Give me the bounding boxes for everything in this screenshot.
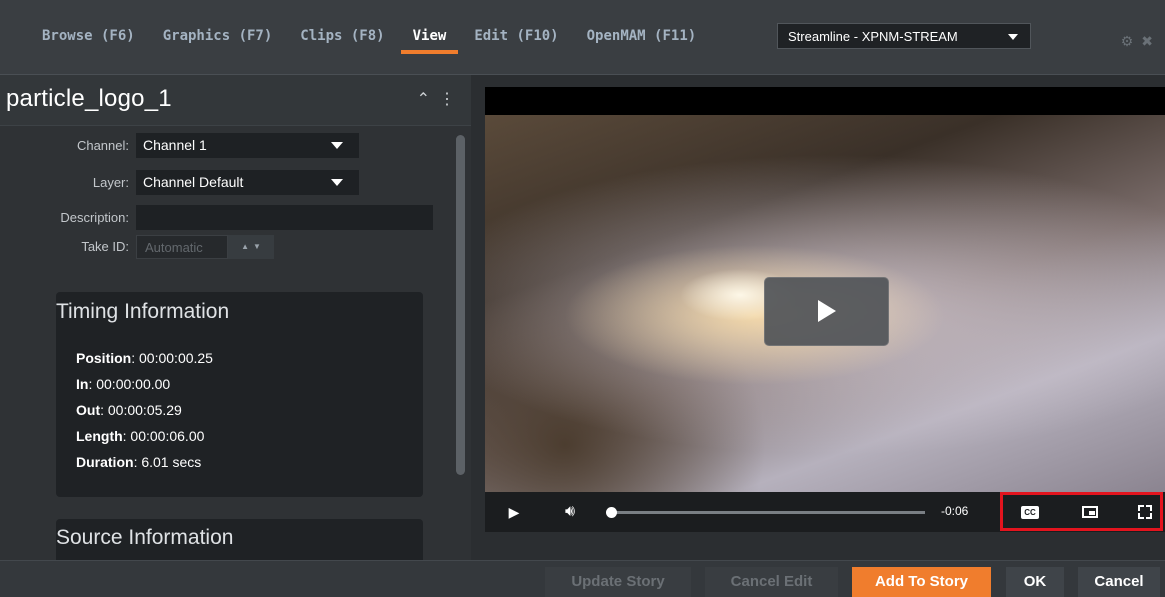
layer-select[interactable]: Channel Default bbox=[136, 170, 359, 195]
tab-clips[interactable]: Clips (F8) bbox=[286, 20, 398, 54]
environment-select[interactable]: Streamline - XPNM-STREAM bbox=[777, 23, 1031, 49]
collapse-icon[interactable]: ⌃ bbox=[417, 89, 430, 109]
tab-browse[interactable]: Browse (F6) bbox=[28, 20, 149, 54]
volume-button[interactable]: 🔊︎ bbox=[555, 492, 585, 532]
description-field[interactable] bbox=[136, 205, 433, 230]
duration-value: : 6.01 secs bbox=[133, 454, 202, 470]
preview-panel: ▶ 🔊︎ -0:06 CC bbox=[471, 75, 1165, 560]
fullscreen-icon bbox=[1138, 505, 1152, 519]
update-story-button[interactable]: Update Story bbox=[545, 567, 691, 597]
layer-label: Layer: bbox=[92, 175, 129, 190]
in-label: In bbox=[76, 376, 89, 392]
chevron-down-icon bbox=[331, 142, 343, 149]
panel-scrollbar[interactable] bbox=[456, 135, 465, 475]
layer-select-value: Channel Default bbox=[143, 174, 244, 190]
cancel-edit-button[interactable]: Cancel Edit bbox=[705, 567, 838, 597]
chevron-down-icon bbox=[331, 179, 343, 186]
page-title: particle_logo_1 bbox=[6, 85, 172, 112]
tab-strip: Browse (F6) Graphics (F7) Clips (F8) Vie… bbox=[28, 20, 710, 60]
properties-panel: particle_logo_1 ⌃ ⋮ Channel: Channel 1 L… bbox=[0, 75, 471, 560]
tab-edit[interactable]: Edit (F10) bbox=[460, 20, 572, 54]
top-icons: ⚙ ✖ bbox=[1121, 33, 1153, 50]
timing-card: Timing Information Position: 00:00:00.25… bbox=[56, 292, 423, 497]
panel-header: particle_logo_1 ⌃ ⋮ bbox=[0, 75, 471, 126]
position-label: Position bbox=[76, 350, 132, 366]
channel-select-value: Channel 1 bbox=[143, 137, 207, 153]
timing-in: In: 00:00:00.00 bbox=[76, 376, 170, 392]
channel-row: Channel: Channel 1 bbox=[0, 133, 359, 158]
captions-button[interactable]: CC bbox=[1015, 492, 1045, 532]
position-value: : 00:00:00.25 bbox=[131, 350, 213, 366]
length-value: : 00:00:06.00 bbox=[122, 428, 205, 444]
pip-button[interactable] bbox=[1075, 492, 1105, 532]
action-bar: Update Story Cancel Edit Add To Story OK… bbox=[0, 560, 1165, 597]
in-value: : 00:00:00.00 bbox=[88, 376, 171, 392]
player-controls: ▶ 🔊︎ -0:06 CC bbox=[485, 492, 1165, 532]
arrow-down-icon[interactable]: ▼ bbox=[253, 242, 261, 251]
description-label: Description: bbox=[60, 210, 129, 225]
timing-length: Length: 00:00:06.00 bbox=[76, 428, 204, 444]
channel-select[interactable]: Channel 1 bbox=[136, 133, 359, 158]
source-title: Source Information bbox=[56, 526, 234, 549]
add-to-story-button[interactable]: Add To Story bbox=[852, 567, 991, 597]
takeid-stepper[interactable]: ▲ ▼ bbox=[228, 234, 274, 259]
takeid-row: Take ID: Automatic ▲ ▼ bbox=[0, 234, 274, 259]
environment-select-value: Streamline - XPNM-STREAM bbox=[788, 29, 958, 44]
play-icon: ▶ bbox=[508, 503, 520, 520]
play-button[interactable]: ▶ bbox=[499, 492, 529, 532]
picture-in-picture-icon bbox=[1082, 506, 1098, 518]
arrow-up-icon[interactable]: ▲ bbox=[241, 242, 249, 251]
takeid-field[interactable]: Automatic bbox=[136, 234, 228, 259]
big-play-button[interactable] bbox=[764, 277, 889, 346]
tab-view[interactable]: View bbox=[399, 20, 461, 54]
duration-label: Duration bbox=[76, 454, 134, 470]
cc-icon: CC bbox=[1021, 505, 1039, 519]
channel-label: Channel: bbox=[76, 138, 129, 153]
timing-position: Position: 00:00:00.25 bbox=[76, 350, 213, 366]
length-label: Length bbox=[76, 428, 123, 444]
description-row: Description: bbox=[0, 205, 433, 230]
takeid-label: Take ID: bbox=[81, 239, 129, 254]
out-label: Out bbox=[76, 402, 101, 418]
top-bar: Browse (F6) Graphics (F7) Clips (F8) Vie… bbox=[0, 0, 1165, 75]
ok-button[interactable]: OK bbox=[1006, 567, 1064, 597]
cancel-button[interactable]: Cancel bbox=[1078, 567, 1160, 597]
more-options-icon[interactable]: ⋮ bbox=[439, 89, 455, 109]
close-icon[interactable]: ✖ bbox=[1141, 33, 1153, 50]
layer-row: Layer: Channel Default bbox=[0, 170, 359, 195]
speaker-icon: 🔊︎ bbox=[564, 503, 576, 520]
out-value: : 00:00:05.29 bbox=[100, 402, 182, 418]
tab-openmam[interactable]: OpenMAM (F11) bbox=[573, 20, 711, 54]
gear-icon[interactable]: ⚙ bbox=[1121, 33, 1134, 50]
progress-knob[interactable] bbox=[606, 507, 617, 518]
timing-out: Out: 00:00:05.29 bbox=[76, 402, 182, 418]
video-player[interactable] bbox=[485, 87, 1165, 492]
chevron-down-icon bbox=[1008, 34, 1018, 40]
source-card: Source Information bbox=[56, 519, 423, 560]
panel-header-icons: ⌃ ⋮ bbox=[417, 89, 455, 109]
time-remaining: -0:06 bbox=[941, 504, 969, 518]
tab-graphics[interactable]: Graphics (F7) bbox=[149, 20, 287, 54]
progress-track[interactable] bbox=[610, 511, 925, 514]
fullscreen-button[interactable] bbox=[1130, 492, 1160, 532]
timing-duration: Duration: 6.01 secs bbox=[76, 454, 201, 470]
timing-title: Timing Information bbox=[56, 300, 230, 323]
